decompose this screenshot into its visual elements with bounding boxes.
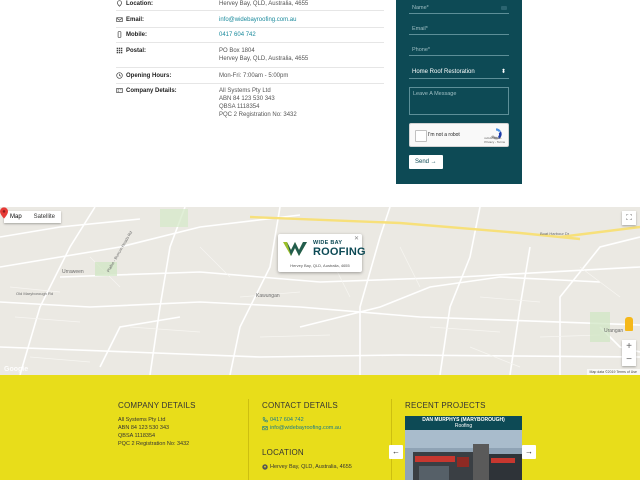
- phone-icon: [262, 417, 268, 423]
- contact-label-hours: Opening Hours:: [126, 72, 172, 79]
- recaptcha-label: I'm not a robot: [428, 132, 460, 138]
- project-photo: [405, 430, 522, 480]
- footer-location: Hervey Bay, QLD, Australia, 4655: [262, 464, 352, 470]
- postal-grid-icon: [116, 47, 123, 54]
- clock-icon: [116, 72, 123, 79]
- footer-email-text: info@widebayroofing.com.au: [270, 425, 342, 431]
- location-circle-icon: [262, 464, 268, 470]
- map-label-old-maryborough: Old Maryborough Rd: [16, 291, 54, 296]
- brand-main-text: ROOFING: [313, 246, 366, 258]
- map-label-kawungan: Kawungan: [256, 293, 280, 299]
- map-label-boat-harbour: Boat Harbour Dr: [540, 231, 570, 236]
- contact-label-email: Email:: [126, 16, 145, 23]
- contact-email-link[interactable]: info@widebayroofing.com.au: [219, 16, 296, 24]
- footer-email-link[interactable]: info@widebayroofing.com.au: [262, 425, 341, 431]
- contact-card-icon: [501, 6, 507, 10]
- company-line-2: ABN 84 123 530 343: [219, 96, 275, 102]
- envelope-icon: [116, 17, 123, 22]
- map-label-urraween: Urraween: [62, 269, 84, 275]
- company-line-3: QBSA 1118354: [219, 104, 260, 110]
- map-marker-icon[interactable]: [0, 207, 8, 219]
- email-field[interactable]: Email*: [409, 23, 509, 35]
- roof-mark-icon: [283, 242, 307, 256]
- contact-label-mobile: Mobile:: [126, 31, 147, 38]
- recaptcha-privacy-terms[interactable]: Privacy - Terms: [484, 140, 505, 144]
- contact-row-mobile: Mobile: 0417 604 742: [116, 29, 384, 43]
- contact-mobile-link[interactable]: 0417 604 742: [219, 31, 256, 39]
- contact-row-location: Location: Hervey Bay, QLD, Australia, 46…: [116, 0, 384, 11]
- envelope-icon: [262, 426, 268, 431]
- footer-contact-title: CONTACT DETAILS: [262, 401, 338, 410]
- map-info-window: ✕ WIDE BAY ROOFING Hervey Bay, QLD, Aust…: [278, 234, 366, 272]
- footer-phone-text: 0417 604 742: [270, 417, 304, 423]
- contact-value-company: All Systems Pty Ltd ABN 84 123 530 343 Q…: [219, 87, 297, 119]
- send-button[interactable]: Send →: [409, 155, 443, 169]
- contact-label-postal: Postal:: [126, 47, 147, 54]
- chevron-updown-icon: ⬍: [500, 69, 506, 75]
- contact-row-email: Email: info@widebayroofing.com.au: [116, 13, 384, 28]
- project-caption: DAN MURPHYS (MARYBOROUGH) Roofing: [405, 416, 522, 430]
- name-field[interactable]: Name*: [409, 2, 509, 14]
- company-line-4: PQC 2 Registration No: 3432: [219, 112, 297, 118]
- project-name: DAN MURPHYS (MARYBOROUGH): [422, 417, 505, 423]
- contact-label-location: Location:: [126, 0, 153, 7]
- company-line-1: All Systems Pty Ltd: [219, 88, 271, 94]
- service-select[interactable]: Home Roof Restoration ⬍: [409, 66, 509, 79]
- footer-location-text: Hervey Bay, QLD, Australia, 4655: [270, 464, 352, 470]
- project-type: Roofing: [454, 423, 473, 429]
- contact-label-company: Company Details:: [126, 87, 177, 94]
- recaptcha-checkbox[interactable]: [415, 130, 427, 142]
- tab-satellite[interactable]: Satellite: [28, 211, 61, 223]
- site-footer: COMPANY DETAILS All Systems Pty Ltd ABN …: [0, 375, 640, 480]
- contact-row-postal: Postal: PO Box 1804 Hervey Bay, QLD, Aus…: [116, 45, 384, 68]
- footer-company-line-4: PQC 2 Registration No: 3432: [118, 441, 190, 447]
- contact-row-company: Company Details: All Systems Pty Ltd ABN…: [116, 86, 384, 122]
- recent-project-card[interactable]: DAN MURPHYS (MARYBOROUGH) Roofing: [405, 416, 522, 480]
- footer-company-title: COMPANY DETAILS: [118, 401, 196, 410]
- carousel-prev-button[interactable]: ←: [389, 445, 403, 459]
- wide-bay-roofing-logo: WIDE BAY ROOFING: [283, 238, 366, 260]
- postal-line-2: Hervey Bay, QLD, Australia, 4655: [219, 56, 309, 62]
- phone-field[interactable]: Phone*: [409, 44, 509, 56]
- footer-phone-link[interactable]: 0417 604 742: [262, 417, 304, 423]
- footer-divider: [391, 399, 392, 480]
- footer-location-title: LOCATION: [262, 448, 304, 457]
- footer-company-line-2: ABN 84 123 530 343: [118, 425, 170, 431]
- fullscreen-icon[interactable]: ⛶: [622, 211, 636, 225]
- footer-projects-title: RECENT PROJECTS: [405, 401, 486, 410]
- recaptcha-widget: I'm not a robot reCAPTCHA Privacy - Terms: [409, 123, 509, 147]
- carousel-next-button[interactable]: →: [522, 445, 536, 459]
- zoom-in-button[interactable]: +: [622, 340, 636, 353]
- contact-value-location: Hervey Bay, QLD, Australia, 4655: [219, 1, 309, 7]
- contact-form: Name* Email* Phone* Home Roof Restoratio…: [396, 0, 522, 184]
- mobile-phone-icon: [117, 31, 122, 38]
- location-pin-icon: [117, 0, 122, 7]
- map-type-tabs: Map Satellite: [4, 211, 62, 223]
- contact-value-postal: PO Box 1804 Hervey Bay, QLD, Australia, …: [219, 47, 308, 63]
- street-view-pegman-icon[interactable]: [625, 317, 633, 331]
- contact-row-hours: Opening Hours: Mon-Fri: 7:00am - 5:00pm: [116, 70, 384, 84]
- google-logo: Google: [4, 366, 29, 373]
- zoom-out-button[interactable]: −: [622, 353, 636, 366]
- message-textarea[interactable]: Leave A Message: [409, 87, 509, 115]
- zoom-controls: + −: [622, 340, 636, 366]
- footer-company-line-3: QBSA 1118354: [118, 433, 156, 439]
- contact-value-hours: Mon-Fri: 7:00am - 5:00pm: [219, 73, 289, 79]
- postal-line-1: PO Box 1804: [219, 48, 255, 54]
- recaptcha-terms: reCAPTCHA Privacy - Terms: [484, 136, 505, 144]
- map-label-urangan: Urangan: [604, 328, 624, 334]
- footer-company-details: All Systems Pty Ltd ABN 84 123 530 343 Q…: [118, 416, 189, 448]
- service-select-value: Home Roof Restoration: [412, 69, 475, 75]
- id-card-icon: [116, 88, 123, 93]
- footer-divider: [248, 399, 249, 480]
- map-popup-address: Hervey Bay, QLD, Australia, 4655: [290, 263, 350, 268]
- footer-company-line-1: All Systems Pty Ltd: [118, 417, 166, 423]
- google-map[interactable]: Urraween Kawungan Urangan Boat Harbour D…: [0, 207, 640, 375]
